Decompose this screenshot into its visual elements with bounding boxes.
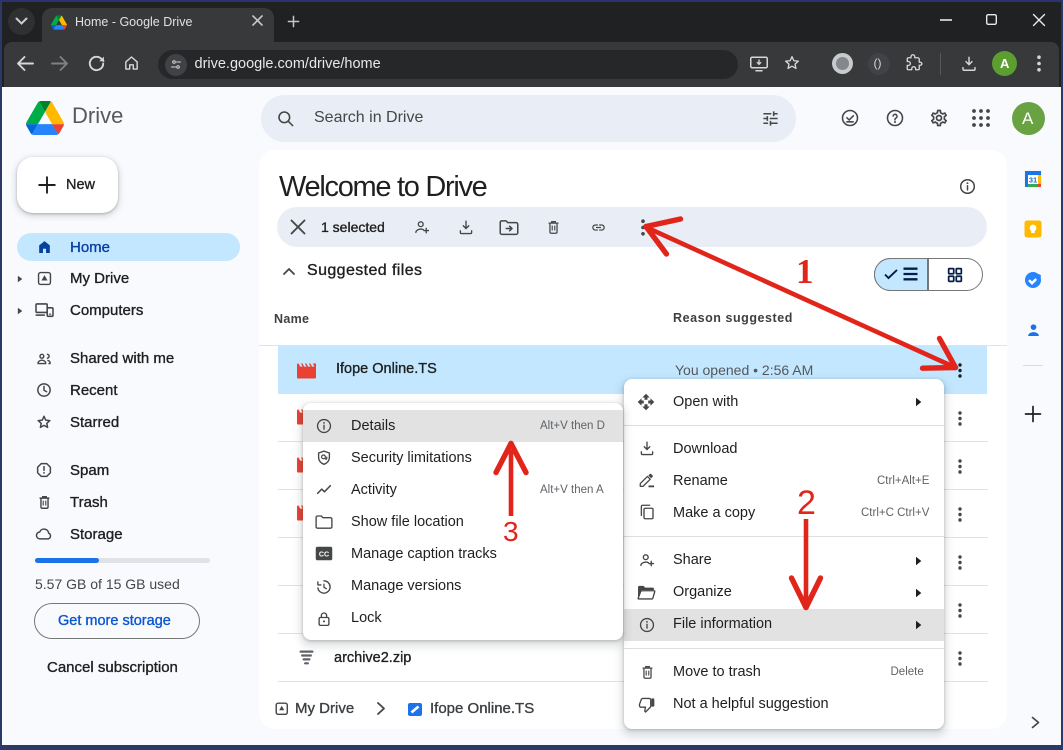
svg-text:2: 2 xyxy=(797,484,816,522)
svg-text:3: 3 xyxy=(503,516,519,547)
svg-text:1: 1 xyxy=(796,252,814,291)
